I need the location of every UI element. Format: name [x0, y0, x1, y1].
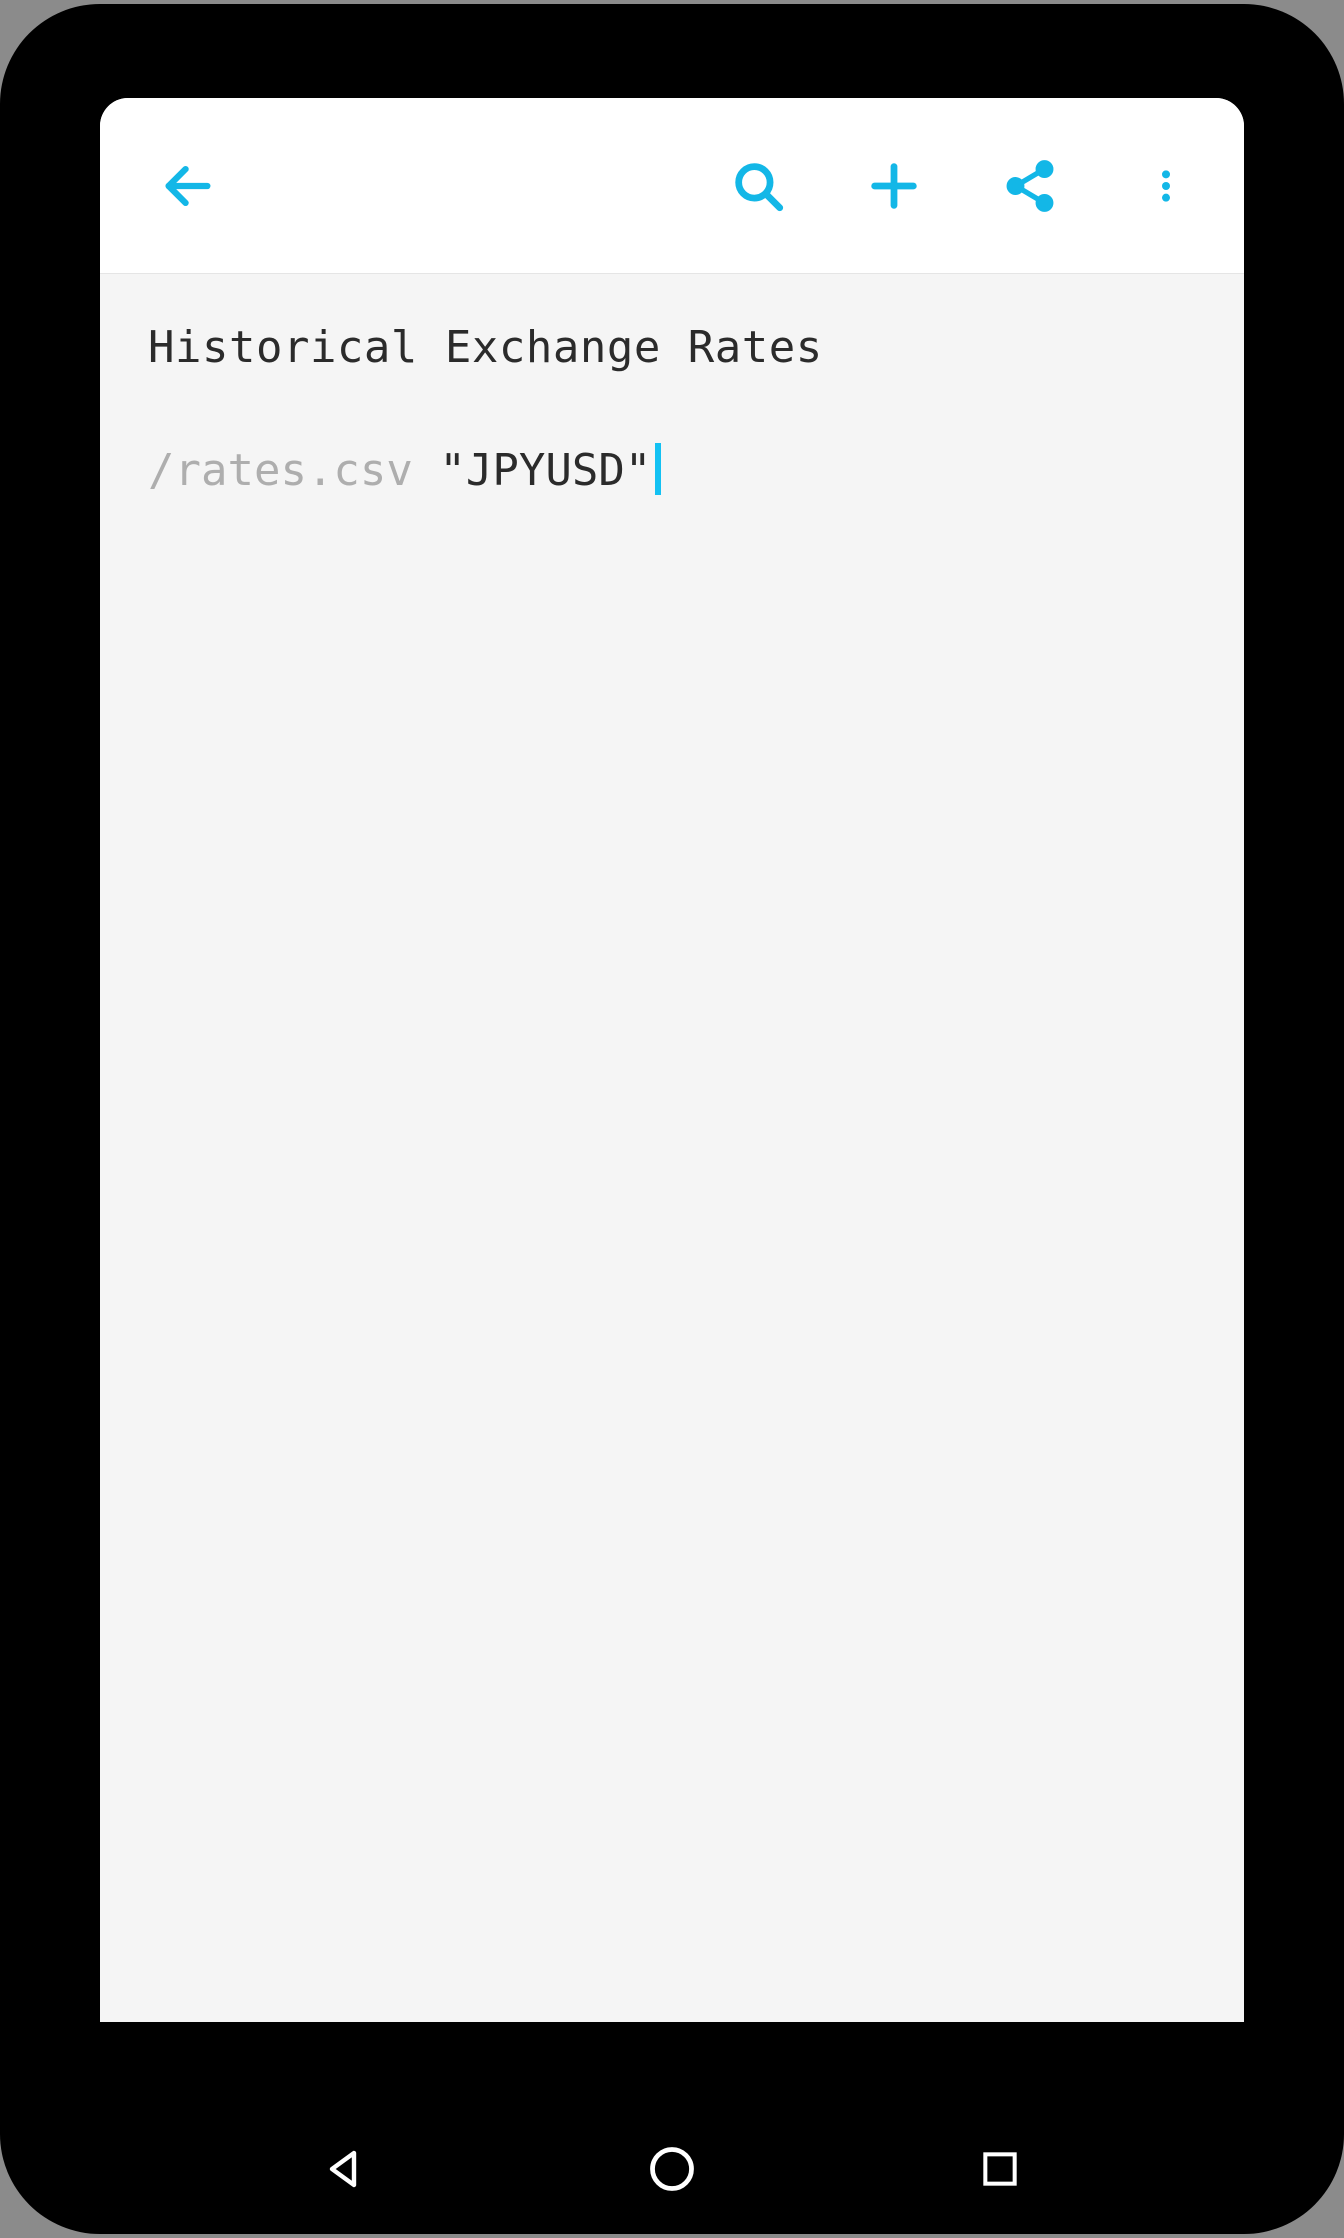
- share-icon: [1001, 157, 1059, 215]
- triangle-back-icon: [320, 2145, 368, 2193]
- editor-area[interactable]: Historical Exchange Rates /rates.csv "JP…: [100, 274, 1244, 545]
- plus-icon: [865, 157, 923, 215]
- device-frame: Historical Exchange Rates /rates.csv "JP…: [0, 4, 1344, 2234]
- search-icon: [729, 157, 787, 215]
- document-title: Historical Exchange Rates: [148, 318, 1196, 377]
- app-bar: [100, 98, 1244, 274]
- more-vert-icon: [1146, 157, 1186, 215]
- app-screen: Historical Exchange Rates /rates.csv "JP…: [100, 98, 1244, 2022]
- back-button[interactable]: [140, 138, 236, 234]
- search-button[interactable]: [710, 138, 806, 234]
- nav-back-button[interactable]: [309, 2134, 379, 2204]
- text-cursor: [655, 443, 661, 495]
- arrow-back-icon: [159, 157, 217, 215]
- share-button[interactable]: [982, 138, 1078, 234]
- android-nav-bar: [0, 2104, 1344, 2234]
- circle-home-icon: [646, 2143, 698, 2195]
- command-argument: "JPYUSD": [439, 445, 651, 496]
- command-line[interactable]: /rates.csv "JPYUSD": [148, 441, 1196, 500]
- nav-home-button[interactable]: [637, 2134, 707, 2204]
- square-recent-icon: [978, 2147, 1022, 2191]
- nav-recent-button[interactable]: [965, 2134, 1035, 2204]
- command-hint: /rates.csv: [148, 445, 413, 496]
- add-button[interactable]: [846, 138, 942, 234]
- more-button[interactable]: [1118, 138, 1214, 234]
